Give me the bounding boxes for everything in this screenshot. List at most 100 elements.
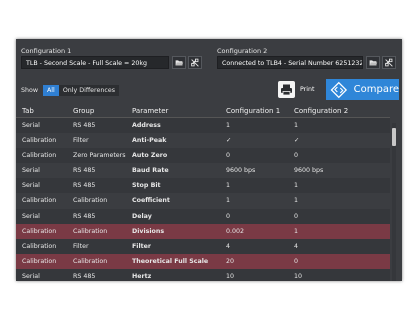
cell-group: Filter — [73, 242, 89, 250]
print-button[interactable]: Print — [278, 79, 322, 100]
table-row[interactable]: Serial RS 485 Address 1 1 — [16, 118, 390, 134]
cell-group: Zero Parameters — [73, 152, 126, 160]
compare-label: Compare — [353, 84, 399, 95]
print-label: Print — [300, 86, 315, 93]
printer-icon — [278, 81, 295, 98]
table-row-difference[interactable]: Calibration Calibration Theoretical Full S… — [16, 253, 390, 269]
cell-tab: Serial — [22, 122, 40, 129]
clear-link-icon — [191, 58, 199, 67]
table-row[interactable]: Serial RS 485 Delay 0 0 — [16, 208, 390, 224]
cell-config1: ✓ — [226, 137, 232, 145]
cell-parameter: Delay — [132, 212, 152, 220]
cell-group: RS 485 — [73, 182, 96, 190]
config1-open-button[interactable] — [172, 56, 186, 69]
cell-parameter: Hertz — [132, 272, 152, 280]
cell-tab: Calibration — [22, 137, 57, 145]
compare-diamond-icon — [330, 81, 348, 98]
config2-open-button[interactable] — [366, 56, 380, 69]
cell-parameter: Divisions — [132, 227, 165, 235]
cell-config2: 0 — [294, 152, 299, 160]
cell-group: Calibration — [73, 227, 108, 235]
table-row[interactable]: Serial RS 485 Baud Rate 9600 bps 9600 bps — [16, 163, 390, 179]
table-body: Serial RS 485 Address 1 1 Calibration Filter An… — [16, 118, 390, 281]
cell-group: RS 485 — [73, 167, 96, 175]
table-row[interactable]: Calibration Filter Filter 4 4 — [16, 238, 390, 254]
cell-tab: Calibration — [22, 197, 57, 205]
cell-config1: 0 — [226, 152, 231, 160]
cell-tab: Calibration — [22, 242, 57, 250]
cell-parameter: Coefficient — [132, 197, 170, 205]
cell-config2: 1 — [294, 227, 299, 235]
cell-group: RS 485 — [73, 122, 96, 129]
cell-group: Calibration — [73, 257, 108, 265]
cell-config1: 20 — [226, 257, 235, 265]
cell-config2: 4 — [294, 242, 299, 250]
table-row[interactable]: Serial RS 485 Stop Bit 1 1 — [16, 178, 390, 194]
header-configuration-1[interactable]: Configuration 1 — [226, 105, 294, 117]
cell-config1: 4 — [226, 242, 231, 250]
cell-config2: 1 — [294, 122, 299, 129]
cell-config2: 1 — [294, 197, 299, 205]
scrollbar-thumb[interactable] — [392, 128, 396, 146]
cell-group: RS 485 — [73, 212, 96, 220]
cell-parameter: Theoretical Full Scale — [132, 257, 209, 265]
cell-tab: Serial — [22, 272, 40, 280]
folder-open-icon — [175, 60, 184, 66]
table-scrollbar[interactable] — [392, 123, 396, 281]
cell-tab: Serial — [22, 182, 40, 190]
cell-parameter: Baud Rate — [132, 167, 169, 175]
cell-config2: 9600 bps — [294, 167, 324, 175]
header-configuration-2[interactable]: Configuration 2 — [294, 105, 364, 117]
table-row-difference[interactable]: Calibration Calibration Divisions 0.002 1 — [16, 223, 390, 239]
show-filter: Show All Only Differences — [21, 84, 119, 96]
cell-config1: 10 — [226, 272, 235, 280]
folder-open-icon — [369, 60, 378, 66]
clear-link-icon — [385, 58, 393, 67]
header-parameter[interactable]: Parameter — [132, 105, 224, 117]
cell-config1: 1 — [226, 122, 231, 129]
cell-config2: ✓ — [294, 137, 300, 145]
cell-tab: Serial — [22, 167, 40, 175]
cell-parameter: Anti-Peak — [132, 137, 167, 145]
table-row[interactable]: Calibration Filter Anti-Peak ✓ ✓ — [16, 133, 390, 149]
compare-configurations-window: Configuration 1 TLB - Second Scale - Ful… — [16, 39, 402, 281]
show-differences-button[interactable]: Only Differences — [59, 85, 119, 96]
cell-config1: 9600 bps — [226, 167, 256, 175]
cell-config1: 1 — [226, 182, 231, 190]
cell-tab: Calibration — [22, 152, 57, 160]
cell-config2: 0 — [294, 212, 299, 220]
cell-config2: 0 — [294, 257, 299, 265]
cell-config1: 1 — [226, 197, 231, 205]
cell-group: Filter — [73, 137, 89, 145]
cell-tab: Calibration — [22, 227, 57, 235]
table-row[interactable]: Calibration Zero Parameters Auto Zero 0 0 — [16, 148, 390, 164]
cell-config2: 1 — [294, 182, 299, 190]
cell-tab: Calibration — [22, 257, 57, 265]
cell-group: RS 485 — [73, 272, 96, 280]
show-filter-toggle: All Only Differences — [43, 84, 119, 96]
show-all-button[interactable]: All — [43, 84, 59, 96]
cell-tab: Serial — [22, 212, 40, 220]
config1-label: Configuration 1 — [21, 47, 72, 55]
table-row[interactable]: Calibration Calibration Coefficient 1 1 — [16, 193, 390, 209]
header-group[interactable]: Group — [73, 105, 133, 117]
cell-group: Calibration — [73, 197, 108, 205]
header-tab[interactable]: Tab — [22, 105, 72, 117]
comparison-table: Tab Group Parameter Configuration 1 Conf… — [16, 105, 390, 281]
compare-button[interactable]: Compare — [326, 79, 399, 100]
cell-config2: 10 — [294, 272, 303, 280]
cell-config1: 0.002 — [226, 227, 245, 235]
config2-label: Configuration 2 — [217, 47, 268, 55]
table-row[interactable]: Serial RS 485 Hertz 10 10 — [16, 268, 390, 281]
config2-clear-button[interactable] — [382, 56, 396, 69]
cell-parameter: Stop Bit — [132, 182, 161, 190]
cell-config1: 0 — [226, 212, 231, 220]
cell-parameter: Auto Zero — [132, 152, 168, 160]
config1-clear-button[interactable] — [188, 56, 202, 69]
cell-parameter: Address — [132, 122, 161, 129]
cell-parameter: Filter — [132, 242, 152, 250]
table-header: Tab Group Parameter Configuration 1 Conf… — [16, 105, 390, 118]
config2-field[interactable]: Connected to TLB4 - Serial Number 625123… — [217, 56, 363, 69]
show-label: Show — [21, 86, 38, 94]
config1-field[interactable]: TLB - Second Scale - Full Scale = 20kg — [21, 56, 169, 69]
